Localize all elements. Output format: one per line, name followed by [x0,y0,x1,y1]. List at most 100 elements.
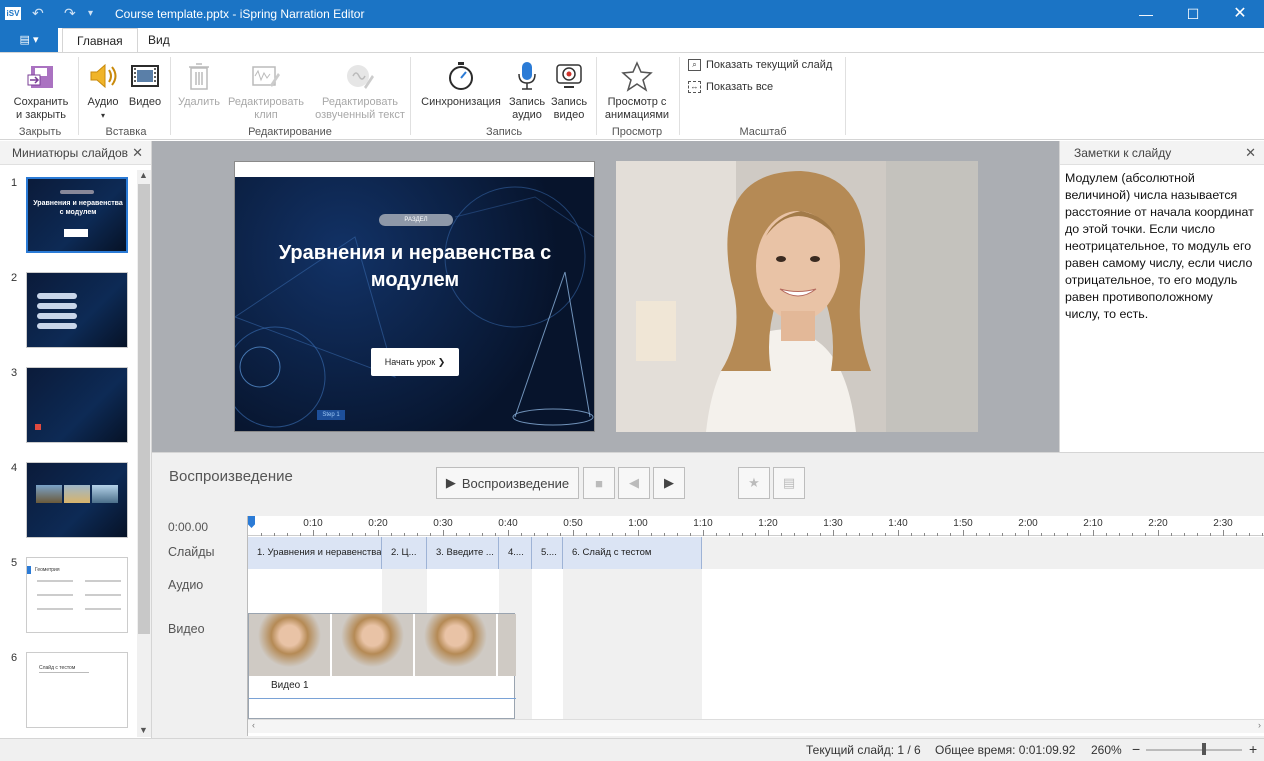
ruler-minor-tick [1197,533,1198,536]
delete-button[interactable]: Удалить [176,59,222,109]
ruler-minor-tick [885,533,886,536]
sync-button[interactable]: Синхронизация [416,59,506,109]
close-button[interactable]: ✕ [1225,4,1255,24]
thumbnail-number: 6 [11,652,18,664]
scrollbar-thumb[interactable] [138,184,150,634]
thumbnail-slide-5[interactable]: Геометрия [26,557,128,633]
ruler-tick-label: 2:30 [1213,518,1233,529]
star-icon [600,59,674,93]
close-notes-icon[interactable]: ✕ [1245,141,1256,165]
ruler-minor-tick [820,533,821,536]
ruler-minor-tick [872,533,873,536]
ruler-minor-tick [677,533,678,536]
record-video-button[interactable]: Запись видео [548,59,590,122]
ruler-major-tick [443,530,444,536]
ruler-major-tick [573,530,574,536]
thumbnail-slide-3[interactable] [26,367,128,443]
thumbnail-slide-6[interactable]: Слайд с тестом [26,652,128,728]
star-icon: ★ [748,475,760,490]
play-label: Воспроизведение [461,475,570,491]
preview-animations-button[interactable]: Просмотр с анимациями [600,59,674,122]
ruler-tick-label: 2:10 [1083,518,1103,529]
slide-segment-4[interactable]: 4.... [499,537,532,569]
quick-access-dropdown-icon[interactable]: ▾ [88,8,93,19]
slide-preview: РАЗДЕЛ Уравнения и неравенства с модулем… [234,161,595,432]
scroll-left-icon[interactable]: ‹ [252,720,255,730]
slide-segment-5[interactable]: 5.... [532,537,563,569]
ruler-minor-tick [521,533,522,536]
timeline-horizontal-scrollbar[interactable]: ‹ › [248,719,1264,733]
ruler-minor-tick [404,533,405,536]
audio-dropdown-icon[interactable]: ▾ [84,109,122,122]
scroll-up-icon[interactable]: ▲ [139,170,148,180]
ruler-minor-tick [430,533,431,536]
ruler-tick-label: 1:50 [953,518,973,529]
previous-button[interactable]: ◀ [618,467,650,499]
edit-clip-button[interactable]: Редактировать клип [224,59,308,122]
ruler-minor-tick [599,533,600,536]
show-current-slide-button[interactable]: ⌕ Показать текущий слайд [688,59,832,71]
ruler-minor-tick [339,533,340,536]
tab-home[interactable]: Главная [62,28,138,53]
thumbnail-slide-4[interactable] [26,462,128,538]
video-button[interactable]: Видео [126,59,164,109]
close-thumbnails-icon[interactable]: ✕ [132,141,143,165]
group-close-label: Закрыть [18,126,62,138]
zoom-in-button[interactable]: + [1249,741,1257,757]
slide-segment-6[interactable]: 6. Слайд с тестом [563,537,702,569]
zoom-slider-thumb[interactable] [1202,743,1206,755]
scroll-down-icon[interactable]: ▼ [139,725,148,735]
save-icon [8,59,74,93]
ruler-minor-tick [287,533,288,536]
animation-button[interactable]: ★ [738,467,770,499]
thumbnail-item[interactable]: 2 [0,272,136,352]
thumbnail-item[interactable]: 3 [0,367,136,447]
save-close-button[interactable]: Сохранить и закрыть [8,59,74,122]
ruler-tick-label: 0:40 [498,518,518,529]
ruler-minor-tick [859,533,860,536]
ruler-minor-tick [534,533,535,536]
slide-start-button: Начать урок ❯ [371,348,459,376]
undo-icon[interactable]: ↶ [32,5,44,22]
timeline-track[interactable]: 0:10 0:20 0:30 0:40 0:50 1:00 1:10 1:20 1:30 1:40… [247,516,1264,736]
redo-icon[interactable]: ↷ [64,5,76,22]
time-ruler[interactable]: 0:10 0:20 0:30 0:40 0:50 1:00 1:10 1:20 1:30 1:40… [248,516,1264,536]
thumbnails-scrollbar[interactable]: ▲ ▼ [137,170,151,737]
thumbnail-slide-1[interactable]: Уравнения и неравенства с модулем [26,177,128,253]
tab-view[interactable]: Вид [134,28,184,53]
thumbnail-slide-2[interactable] [26,272,128,348]
stop-button[interactable]: ■ [583,467,615,499]
ruler-minor-tick [729,533,730,536]
thumbnail-item[interactable]: 6 Слайд с тестом [0,652,136,732]
ruler-minor-tick [1236,533,1237,536]
row-label-slides: Слайды [168,545,215,559]
slide-segment-2[interactable]: 2. Ц... [382,537,427,569]
record-audio-button[interactable]: Запись аудио [506,59,548,122]
thumbnail-number: 4 [11,462,18,474]
video-frame-image [616,161,978,432]
zoom-slider[interactable] [1146,749,1242,751]
preview-animations-label: Просмотр с анимациями [604,96,670,121]
thumbnail-item[interactable]: 1 Уравнения и неравенства с модулем [0,177,136,257]
file-menu-button[interactable]: ▤ ▾ [0,28,58,53]
zoom-out-button[interactable]: − [1132,741,1140,757]
ruler-major-tick [963,530,964,536]
film-icon [126,59,164,93]
thumbnail-item[interactable]: 5 Геометрия [0,557,136,637]
next-button[interactable]: ▶ [653,467,685,499]
video-clip[interactable]: Видео 1 [248,613,516,719]
slide-segment-1[interactable]: 1. Уравнения и неравенства с модулем [248,537,382,569]
thumb-title: Уравнения и неравенства с модулем [33,200,123,216]
minimize-button[interactable]: — [1131,4,1161,24]
notes-button[interactable]: ▤ [773,467,805,499]
edit-narration-button[interactable]: Редактировать озвученный текст [312,59,408,122]
scroll-right-icon[interactable]: › [1258,720,1261,730]
play-button[interactable]: ▶ Воспроизведение [436,467,579,499]
ruler-minor-tick [1249,533,1250,536]
notes-text[interactable]: Модулем (абсолютной величиной) числа наз… [1060,165,1264,323]
audio-button[interactable]: Аудио ▾ [84,59,122,122]
thumbnail-item[interactable]: 4 [0,462,136,542]
maximize-button[interactable]: ☐ [1178,4,1208,24]
show-all-button[interactable]: ↔ Показать все [688,81,773,93]
slide-segment-3[interactable]: 3. Введите ... [427,537,499,569]
